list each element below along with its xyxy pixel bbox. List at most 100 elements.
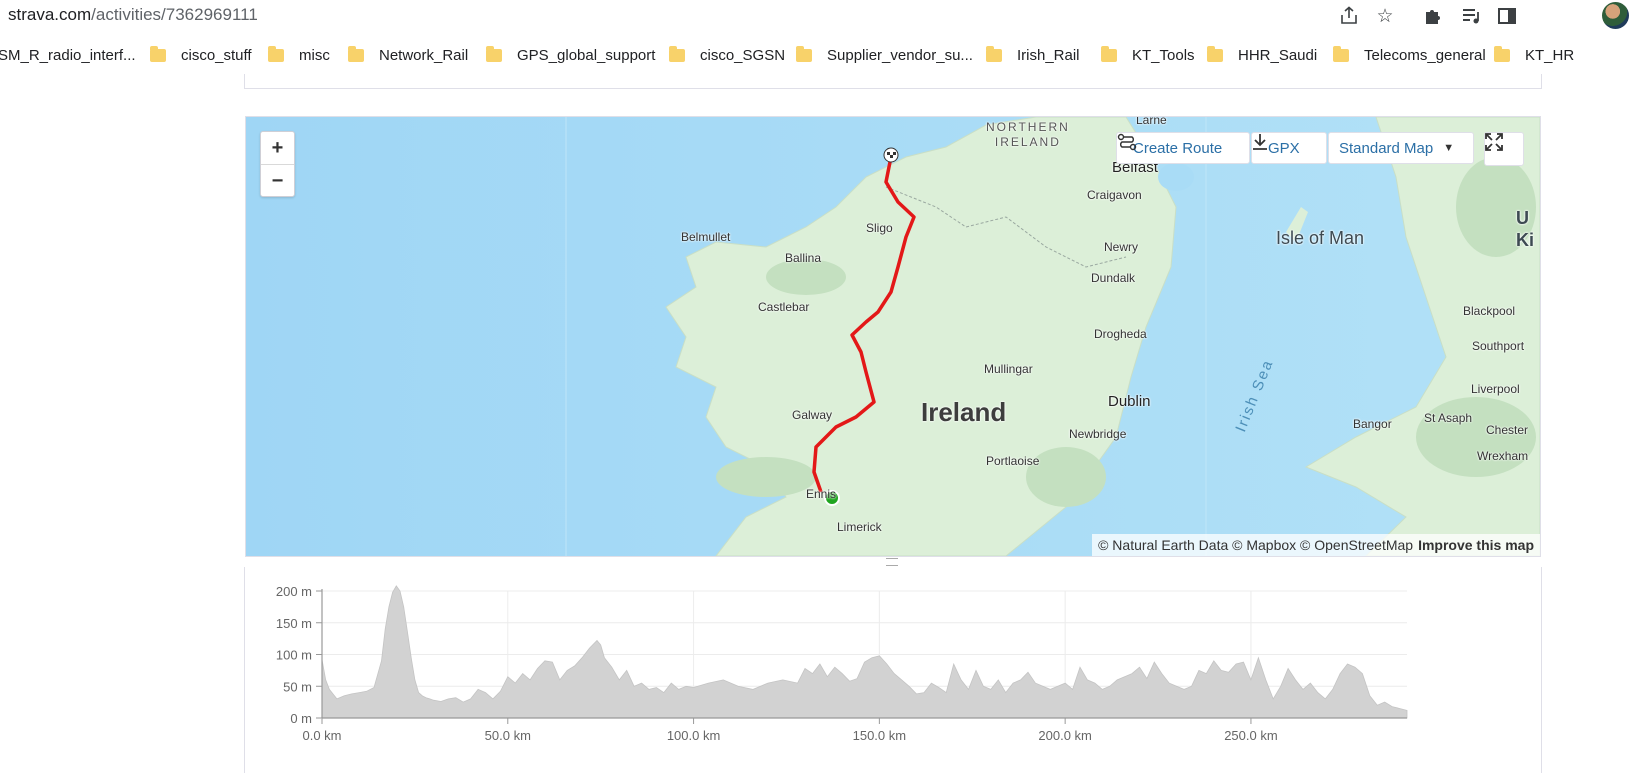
map-label-isle-of-man: Isle of Man (1276, 228, 1365, 248)
url-domain: strava.com (8, 5, 92, 24)
caret-down-icon: ▼ (1443, 142, 1455, 154)
share-icon[interactable] (1337, 4, 1361, 28)
map-label-liverpool: Liverpool (1471, 382, 1520, 396)
folder-icon (268, 45, 284, 62)
bookmark-item[interactable]: KT_HR (1494, 38, 1574, 72)
map-label-limerick: Limerick (837, 520, 882, 534)
elevation-chart[interactable]: 0 m 50 m 100 m 150 m 200 m 0.0 km 50.0 km 100.0… (244, 567, 1542, 773)
activity-map[interactable]: NORTHERN IRELAND Larne Belfast Craigavon… (245, 116, 1541, 557)
elevation-chart-canvas: 0 m 50 m 100 m 150 m 200 m 0.0 km 50.0 km 100.0… (276, 584, 1408, 743)
bookmark-label: SM_R_radio_interf... (0, 46, 136, 64)
bookmark-label: Irish_Rail (1017, 46, 1080, 64)
y-tick-label: 0 m (290, 711, 312, 726)
folder-icon (1494, 45, 1510, 62)
map-label-wrexham: Wrexham (1477, 449, 1529, 463)
map-label-ireland: Ireland (921, 397, 1007, 427)
fullscreen-button[interactable] (1484, 132, 1524, 166)
map-label-larne: Larne (1136, 116, 1167, 127)
bookmark-label: Supplier_vendor_su... (827, 46, 973, 64)
bookmark-item[interactable]: Irish_Rail (986, 38, 1080, 72)
map-label-blackpool: Blackpool (1463, 304, 1516, 318)
map-label-uk-partial: U Ki (1516, 208, 1534, 250)
folder-icon (150, 45, 166, 62)
bookmark-item[interactable]: HHR_Saudi (1207, 38, 1317, 72)
map-label-drogheda: Drogheda (1094, 327, 1147, 341)
bookmark-item[interactable]: misc (268, 38, 330, 72)
map-label-newbridge: Newbridge (1069, 427, 1127, 441)
bookmark-item[interactable]: Telecoms_general (1333, 38, 1486, 72)
map-label-newry: Newry (1104, 240, 1139, 254)
map-label-northern-ireland: NORTHERN IRELAND (986, 120, 1070, 149)
x-tick-label: 50.0 km (485, 728, 531, 743)
attribution-text: © Natural Earth Data © Mapbox © OpenStre… (1098, 537, 1414, 553)
map-label-craigavon: Craigavon (1087, 188, 1142, 202)
x-tick-label: 100.0 km (667, 728, 720, 743)
bookmarks-bar: SM_R_radio_interf... cisco_stuff misc Netwo… (0, 38, 1636, 72)
profile-avatar[interactable] (1602, 2, 1629, 29)
gpx-label: GPX (1268, 139, 1300, 157)
map-resize-handle[interactable] (245, 555, 1539, 567)
bookmark-item[interactable]: cisco_SGSN (669, 38, 785, 72)
bookmark-label: KT_Tools (1132, 46, 1195, 64)
folder-icon (986, 45, 1002, 62)
map-label-mullingar: Mullingar (984, 362, 1033, 376)
folder-icon (348, 45, 364, 62)
y-tick-label: 200 m (276, 584, 312, 599)
star-icon[interactable]: ☆ (1373, 4, 1397, 28)
improve-map-link[interactable]: Improve this map (1418, 537, 1534, 553)
bookmark-label: misc (299, 46, 330, 64)
map-label-dundalk: Dundalk (1091, 271, 1136, 285)
folder-icon (796, 45, 812, 62)
x-tick-label: 150.0 km (853, 728, 906, 743)
map-style-label: Standard Map (1339, 139, 1434, 157)
x-tick-label: 200.0 km (1038, 728, 1091, 743)
extensions-icon[interactable] (1420, 4, 1444, 28)
map-attribution: © Natural Earth Data © Mapbox © OpenStre… (1092, 534, 1540, 556)
map-label-st-asaph: St Asaph (1424, 411, 1473, 425)
gpx-download-button[interactable]: GPX (1251, 132, 1327, 164)
y-tick-label: 100 m (276, 648, 312, 663)
map-label-ballina: Ballina (785, 251, 822, 265)
map-label-dublin: Dublin (1108, 393, 1151, 410)
map-canvas[interactable] (246, 117, 1540, 556)
map-label-southport: Southport (1472, 339, 1525, 353)
grip-icon (886, 558, 898, 566)
create-route-button[interactable]: Create Route (1116, 132, 1250, 164)
reading-list-icon[interactable] (1459, 4, 1483, 28)
bookmark-label: KT_HR (1525, 46, 1575, 64)
bookmark-item[interactable]: cisco_stuff (150, 38, 252, 72)
folder-icon (1207, 45, 1223, 62)
map-label-bangor: Bangor (1353, 417, 1392, 431)
address-bar: strava.com/activities/7362969111 ☆ (0, 0, 1636, 31)
x-tick-label: 250.0 km (1224, 728, 1277, 743)
zoom-in-button[interactable]: + (261, 132, 294, 165)
create-route-label: Create Route (1133, 139, 1223, 157)
bookmark-label: cisco_SGSN (700, 46, 786, 64)
bookmark-label: cisco_stuff (181, 46, 252, 64)
bookmark-item[interactable]: Supplier_vendor_su... (796, 38, 973, 72)
bookmark-item[interactable]: SM_R_radio_interf... (0, 38, 136, 72)
map-label-ennis: Ennis (806, 487, 837, 501)
url-path: /activities/7362969111 (91, 5, 258, 24)
url-field[interactable]: strava.com/activities/7362969111 (8, 5, 258, 25)
folder-icon (1101, 45, 1117, 62)
bookmark-item[interactable]: Network_Rail (348, 38, 468, 72)
map-style-dropdown[interactable]: Standard Map ▼ (1328, 132, 1474, 164)
zoom-control: + − (260, 131, 295, 197)
y-tick-label: 50 m (283, 679, 312, 694)
bookmark-item[interactable]: GPS_global_support (486, 38, 655, 72)
map-label-portlaoise: Portlaoise (986, 454, 1040, 468)
folder-icon (669, 45, 685, 62)
map-label-chester: Chester (1486, 423, 1529, 437)
zoom-out-button[interactable]: − (261, 165, 294, 197)
map-label-galway: Galway (792, 408, 833, 422)
bookmark-item[interactable]: KT_Tools (1101, 38, 1195, 72)
bookmark-label: Telecoms_general (1364, 46, 1486, 64)
side-panel-icon[interactable] (1495, 4, 1519, 28)
map-label-castlebar: Castlebar (758, 300, 810, 314)
y-tick-label: 150 m (276, 616, 312, 631)
folder-icon (486, 45, 502, 62)
folder-icon (1333, 45, 1349, 62)
bookmark-label: Network_Rail (379, 46, 469, 64)
map-label-belmullet: Belmullet (681, 230, 731, 244)
